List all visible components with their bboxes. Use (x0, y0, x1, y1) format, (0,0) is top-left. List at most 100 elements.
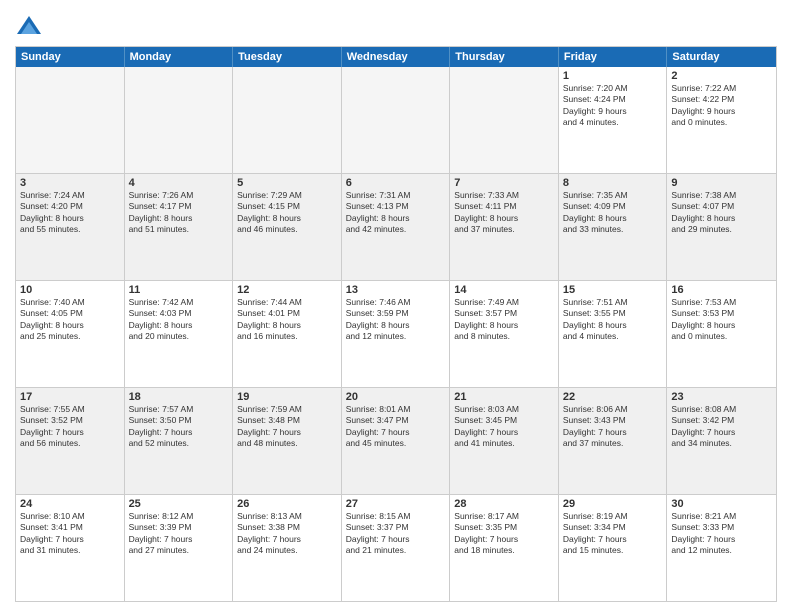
day-cell-14: 14Sunrise: 7:49 AM Sunset: 3:57 PM Dayli… (450, 281, 559, 387)
day-info-28: Sunrise: 8:17 AM Sunset: 3:35 PM Dayligh… (454, 511, 554, 557)
day-number-5: 5 (237, 177, 337, 189)
calendar: SundayMondayTuesdayWednesdayThursdayFrid… (15, 46, 777, 602)
day-cell-9: 9Sunrise: 7:38 AM Sunset: 4:07 PM Daylig… (667, 174, 776, 280)
day-info-30: Sunrise: 8:21 AM Sunset: 3:33 PM Dayligh… (671, 511, 772, 557)
day-number-9: 9 (671, 177, 772, 189)
day-info-19: Sunrise: 7:59 AM Sunset: 3:48 PM Dayligh… (237, 404, 337, 450)
day-number-3: 3 (20, 177, 120, 189)
day-number-7: 7 (454, 177, 554, 189)
day-number-29: 29 (563, 498, 663, 510)
day-info-26: Sunrise: 8:13 AM Sunset: 3:38 PM Dayligh… (237, 511, 337, 557)
day-number-18: 18 (129, 391, 229, 403)
day-cell-11: 11Sunrise: 7:42 AM Sunset: 4:03 PM Dayli… (125, 281, 234, 387)
day-cell-27: 27Sunrise: 8:15 AM Sunset: 3:37 PM Dayli… (342, 495, 451, 601)
day-info-25: Sunrise: 8:12 AM Sunset: 3:39 PM Dayligh… (129, 511, 229, 557)
header-cell-tuesday: Tuesday (233, 47, 342, 67)
day-cell-10: 10Sunrise: 7:40 AM Sunset: 4:05 PM Dayli… (16, 281, 125, 387)
day-info-22: Sunrise: 8:06 AM Sunset: 3:43 PM Dayligh… (563, 404, 663, 450)
day-cell-30: 30Sunrise: 8:21 AM Sunset: 3:33 PM Dayli… (667, 495, 776, 601)
day-info-9: Sunrise: 7:38 AM Sunset: 4:07 PM Dayligh… (671, 190, 772, 236)
day-info-17: Sunrise: 7:55 AM Sunset: 3:52 PM Dayligh… (20, 404, 120, 450)
day-cell-13: 13Sunrise: 7:46 AM Sunset: 3:59 PM Dayli… (342, 281, 451, 387)
header (15, 10, 777, 42)
day-cell-17: 17Sunrise: 7:55 AM Sunset: 3:52 PM Dayli… (16, 388, 125, 494)
day-info-10: Sunrise: 7:40 AM Sunset: 4:05 PM Dayligh… (20, 297, 120, 343)
day-number-15: 15 (563, 284, 663, 296)
day-cell-15: 15Sunrise: 7:51 AM Sunset: 3:55 PM Dayli… (559, 281, 668, 387)
day-info-18: Sunrise: 7:57 AM Sunset: 3:50 PM Dayligh… (129, 404, 229, 450)
day-number-23: 23 (671, 391, 772, 403)
day-info-27: Sunrise: 8:15 AM Sunset: 3:37 PM Dayligh… (346, 511, 446, 557)
day-cell-24: 24Sunrise: 8:10 AM Sunset: 3:41 PM Dayli… (16, 495, 125, 601)
header-cell-friday: Friday (559, 47, 668, 67)
day-number-26: 26 (237, 498, 337, 510)
day-cell-1: 1Sunrise: 7:20 AM Sunset: 4:24 PM Daylig… (559, 67, 668, 173)
day-info-7: Sunrise: 7:33 AM Sunset: 4:11 PM Dayligh… (454, 190, 554, 236)
day-number-20: 20 (346, 391, 446, 403)
day-number-24: 24 (20, 498, 120, 510)
logo-icon (15, 14, 43, 42)
day-cell-16: 16Sunrise: 7:53 AM Sunset: 3:53 PM Dayli… (667, 281, 776, 387)
calendar-row-2: 10Sunrise: 7:40 AM Sunset: 4:05 PM Dayli… (16, 280, 776, 387)
day-info-2: Sunrise: 7:22 AM Sunset: 4:22 PM Dayligh… (671, 83, 772, 129)
day-number-27: 27 (346, 498, 446, 510)
day-number-10: 10 (20, 284, 120, 296)
day-info-11: Sunrise: 7:42 AM Sunset: 4:03 PM Dayligh… (129, 297, 229, 343)
day-number-14: 14 (454, 284, 554, 296)
day-cell-7: 7Sunrise: 7:33 AM Sunset: 4:11 PM Daylig… (450, 174, 559, 280)
header-cell-thursday: Thursday (450, 47, 559, 67)
day-cell-3: 3Sunrise: 7:24 AM Sunset: 4:20 PM Daylig… (16, 174, 125, 280)
day-info-12: Sunrise: 7:44 AM Sunset: 4:01 PM Dayligh… (237, 297, 337, 343)
day-info-21: Sunrise: 8:03 AM Sunset: 3:45 PM Dayligh… (454, 404, 554, 450)
day-number-30: 30 (671, 498, 772, 510)
day-cell-23: 23Sunrise: 8:08 AM Sunset: 3:42 PM Dayli… (667, 388, 776, 494)
day-cell-21: 21Sunrise: 8:03 AM Sunset: 3:45 PM Dayli… (450, 388, 559, 494)
day-cell-22: 22Sunrise: 8:06 AM Sunset: 3:43 PM Dayli… (559, 388, 668, 494)
header-cell-saturday: Saturday (667, 47, 776, 67)
day-info-8: Sunrise: 7:35 AM Sunset: 4:09 PM Dayligh… (563, 190, 663, 236)
calendar-row-4: 24Sunrise: 8:10 AM Sunset: 3:41 PM Dayli… (16, 494, 776, 601)
page: SundayMondayTuesdayWednesdayThursdayFrid… (0, 0, 792, 612)
day-info-5: Sunrise: 7:29 AM Sunset: 4:15 PM Dayligh… (237, 190, 337, 236)
day-number-12: 12 (237, 284, 337, 296)
calendar-row-1: 3Sunrise: 7:24 AM Sunset: 4:20 PM Daylig… (16, 173, 776, 280)
day-info-4: Sunrise: 7:26 AM Sunset: 4:17 PM Dayligh… (129, 190, 229, 236)
day-info-23: Sunrise: 8:08 AM Sunset: 3:42 PM Dayligh… (671, 404, 772, 450)
day-number-28: 28 (454, 498, 554, 510)
empty-cell (233, 67, 342, 173)
day-number-16: 16 (671, 284, 772, 296)
header-cell-sunday: Sunday (16, 47, 125, 67)
day-info-3: Sunrise: 7:24 AM Sunset: 4:20 PM Dayligh… (20, 190, 120, 236)
day-info-6: Sunrise: 7:31 AM Sunset: 4:13 PM Dayligh… (346, 190, 446, 236)
day-cell-8: 8Sunrise: 7:35 AM Sunset: 4:09 PM Daylig… (559, 174, 668, 280)
day-number-25: 25 (129, 498, 229, 510)
logo (15, 14, 47, 42)
day-cell-26: 26Sunrise: 8:13 AM Sunset: 3:38 PM Dayli… (233, 495, 342, 601)
day-cell-2: 2Sunrise: 7:22 AM Sunset: 4:22 PM Daylig… (667, 67, 776, 173)
day-info-24: Sunrise: 8:10 AM Sunset: 3:41 PM Dayligh… (20, 511, 120, 557)
day-info-15: Sunrise: 7:51 AM Sunset: 3:55 PM Dayligh… (563, 297, 663, 343)
day-cell-25: 25Sunrise: 8:12 AM Sunset: 3:39 PM Dayli… (125, 495, 234, 601)
empty-cell (450, 67, 559, 173)
day-cell-19: 19Sunrise: 7:59 AM Sunset: 3:48 PM Dayli… (233, 388, 342, 494)
day-info-14: Sunrise: 7:49 AM Sunset: 3:57 PM Dayligh… (454, 297, 554, 343)
day-info-13: Sunrise: 7:46 AM Sunset: 3:59 PM Dayligh… (346, 297, 446, 343)
day-number-17: 17 (20, 391, 120, 403)
day-info-16: Sunrise: 7:53 AM Sunset: 3:53 PM Dayligh… (671, 297, 772, 343)
day-cell-18: 18Sunrise: 7:57 AM Sunset: 3:50 PM Dayli… (125, 388, 234, 494)
day-number-11: 11 (129, 284, 229, 296)
day-number-8: 8 (563, 177, 663, 189)
calendar-row-3: 17Sunrise: 7:55 AM Sunset: 3:52 PM Dayli… (16, 387, 776, 494)
day-number-21: 21 (454, 391, 554, 403)
day-number-6: 6 (346, 177, 446, 189)
calendar-header: SundayMondayTuesdayWednesdayThursdayFrid… (16, 47, 776, 67)
day-number-13: 13 (346, 284, 446, 296)
empty-cell (125, 67, 234, 173)
empty-cell (342, 67, 451, 173)
day-number-2: 2 (671, 70, 772, 82)
day-cell-20: 20Sunrise: 8:01 AM Sunset: 3:47 PM Dayli… (342, 388, 451, 494)
empty-cell (16, 67, 125, 173)
day-cell-4: 4Sunrise: 7:26 AM Sunset: 4:17 PM Daylig… (125, 174, 234, 280)
day-cell-28: 28Sunrise: 8:17 AM Sunset: 3:35 PM Dayli… (450, 495, 559, 601)
day-info-29: Sunrise: 8:19 AM Sunset: 3:34 PM Dayligh… (563, 511, 663, 557)
